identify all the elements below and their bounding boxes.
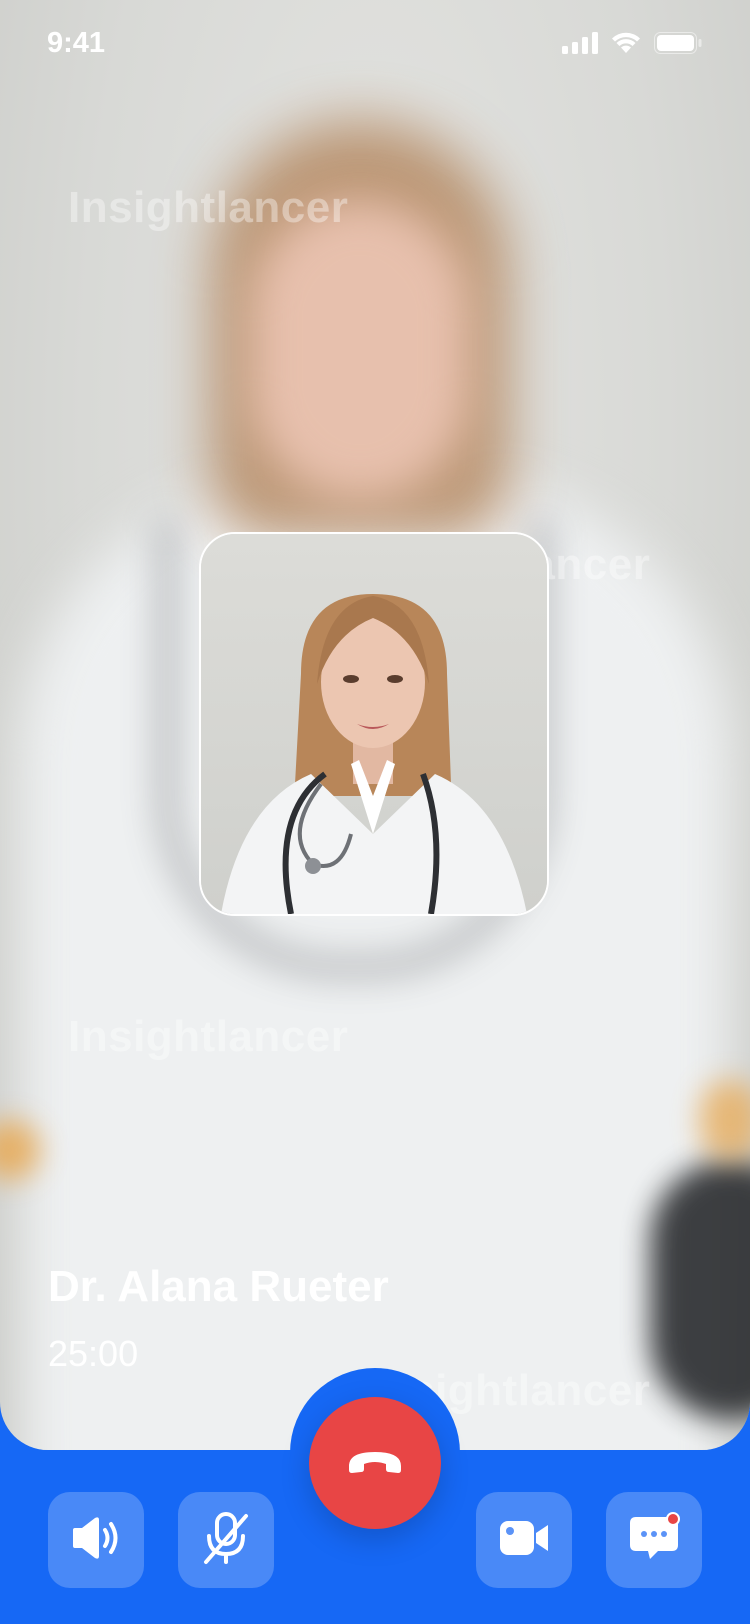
self-view-video[interactable] bbox=[199, 532, 549, 916]
video-hand-shape bbox=[650, 1160, 750, 1420]
chat-button[interactable] bbox=[606, 1492, 702, 1588]
speaker-icon bbox=[69, 1516, 123, 1565]
status-time: 9:41 bbox=[47, 27, 106, 59]
caller-name: Dr. Alana Rueter bbox=[48, 1262, 389, 1311]
speaker-button[interactable] bbox=[48, 1492, 144, 1588]
call-duration: 25:00 bbox=[48, 1333, 139, 1374]
self-view-portrait bbox=[201, 534, 547, 914]
video-face-shape bbox=[250, 200, 470, 500]
video-camera-icon bbox=[498, 1518, 550, 1563]
status-icons bbox=[562, 32, 702, 59]
phone-hangup-icon bbox=[345, 1446, 405, 1481]
mute-button[interactable] bbox=[178, 1492, 274, 1588]
battery-icon bbox=[654, 32, 702, 59]
end-call-button[interactable] bbox=[309, 1397, 441, 1529]
cellular-signal-icon bbox=[562, 32, 598, 59]
unread-badge bbox=[666, 1512, 680, 1526]
wifi-icon bbox=[610, 32, 642, 59]
video-toggle-button[interactable] bbox=[476, 1492, 572, 1588]
status-bar: 9:41 bbox=[0, 0, 750, 90]
microphone-off-icon bbox=[200, 1510, 252, 1571]
video-call-screen: Insightlancer Insightlancer Insightlance… bbox=[0, 0, 750, 1624]
video-bg-accent bbox=[700, 1080, 750, 1160]
